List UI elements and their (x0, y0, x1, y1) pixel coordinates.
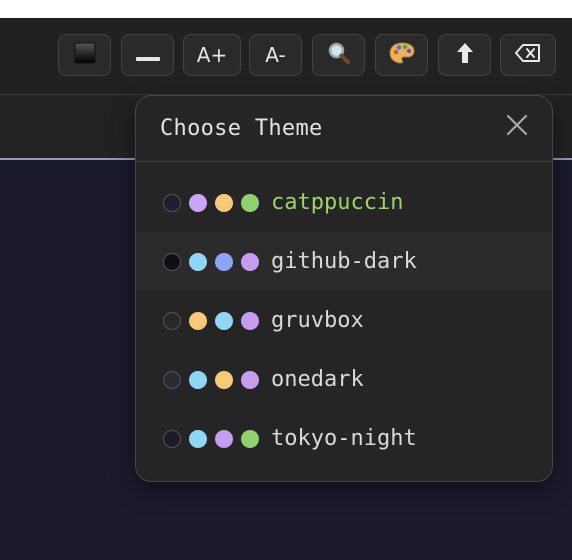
theme-option-gruvbox[interactable]: gruvbox (136, 291, 552, 350)
swatch-icon (215, 429, 233, 448)
swatch-icon (163, 370, 181, 389)
dialog-title: Choose Theme (160, 116, 323, 141)
font-increase-button[interactable]: A+ (183, 34, 241, 76)
swatch-icon (241, 311, 259, 330)
toolbar: A+ A- (0, 18, 572, 95)
swatch-icon (163, 311, 181, 330)
minus-icon (135, 43, 160, 67)
theme-chooser-dialog: Choose Theme catppuccin github-dark gruv… (135, 95, 553, 482)
theme-palette-button[interactable] (375, 34, 428, 76)
swatch-icon (241, 252, 259, 271)
close-button[interactable] (504, 114, 530, 140)
swatch-icon (215, 252, 233, 271)
theme-name: github-dark (271, 249, 417, 274)
clear-button[interactable] (500, 34, 556, 76)
upload-button[interactable] (438, 34, 491, 76)
search-button[interactable] (312, 34, 365, 76)
font-decrease-label: A- (265, 43, 286, 67)
magnifier-icon (327, 41, 351, 70)
swatch-icon (241, 370, 259, 389)
swatch-icon (189, 193, 207, 212)
swatch-icon (189, 370, 207, 389)
close-icon (506, 110, 528, 143)
minimize-button[interactable] (121, 34, 174, 76)
theme-option-onedark[interactable]: onedark (136, 350, 552, 409)
theme-name: gruvbox (271, 308, 364, 333)
theme-option-github-dark[interactable]: github-dark (136, 232, 552, 291)
theme-name: tokyo-night (271, 426, 417, 451)
theme-option-tokyo-night[interactable]: tokyo-night (136, 409, 552, 468)
swatch-icon (215, 193, 233, 212)
theme-list: catppuccin github-dark gruvbox onedark t… (136, 162, 552, 468)
font-increase-label: A+ (196, 43, 228, 67)
black-square-icon (74, 42, 96, 69)
swatch-icon (189, 252, 207, 271)
swatch-icon (163, 429, 181, 448)
font-decrease-button[interactable]: A- (249, 34, 302, 76)
swatch-icon (241, 429, 259, 448)
swatch-icon (241, 193, 259, 212)
swatch-icon (215, 370, 233, 389)
window-top-strip (0, 0, 572, 18)
up-arrow-icon (455, 42, 475, 69)
swatch-icon (163, 252, 181, 271)
swatch-icon (189, 311, 207, 330)
palette-icon (388, 41, 415, 70)
theme-option-catppuccin[interactable]: catppuccin (136, 173, 552, 232)
theme-preview-button[interactable] (58, 34, 111, 76)
theme-name: catppuccin (271, 190, 404, 215)
swatch-icon (189, 429, 207, 448)
theme-name: onedark (271, 367, 364, 392)
swatch-icon (163, 193, 181, 212)
dialog-header: Choose Theme (136, 96, 552, 162)
swatch-icon (215, 311, 233, 330)
backspace-icon (515, 43, 541, 68)
